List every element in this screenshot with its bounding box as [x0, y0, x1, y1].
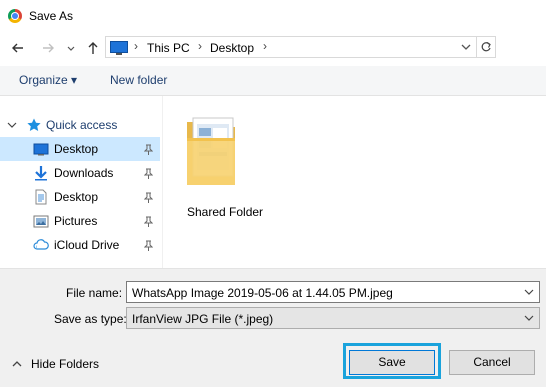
star-icon: [27, 118, 41, 131]
file-list: Shared Folder: [163, 96, 546, 268]
quick-access-label: Quick access: [46, 118, 118, 132]
arrow-up-icon[interactable]: [85, 40, 101, 56]
breadcrumb-desktop[interactable]: Desktop: [210, 41, 254, 55]
hide-folders-label: Hide Folders: [31, 357, 100, 371]
save-type-value: IrfanView JPG File (*.jpeg): [132, 312, 274, 326]
breadcrumb-separator: ›: [198, 39, 202, 53]
sidebar-item-desktop-docs[interactable]: Desktop: [0, 185, 160, 209]
sidebar-item-label: Pictures: [54, 214, 98, 228]
sidebar-item-pictures[interactable]: Pictures: [0, 209, 160, 233]
refresh-icon: [481, 42, 491, 52]
new-folder-button[interactable]: New folder: [110, 73, 167, 87]
list-item[interactable]: Shared Folder: [173, 110, 263, 219]
sidebar-item-label: Downloads: [54, 166, 114, 180]
breadcrumb-separator: ›: [134, 39, 138, 53]
save-type-select[interactable]: IrfanView JPG File (*.jpeg): [126, 307, 540, 329]
pin-icon[interactable]: [144, 192, 153, 203]
desktop-icon: [33, 143, 49, 156]
breadcrumb-this-pc[interactable]: This PC: [147, 41, 190, 55]
title-bar: Save As: [0, 0, 546, 32]
sidebar-item-icloud-drive[interactable]: iCloud Drive: [0, 233, 160, 257]
pin-icon[interactable]: [144, 168, 153, 179]
sidebar-item-desktop[interactable]: Desktop: [0, 137, 160, 161]
chevron-down-icon[interactable]: [524, 287, 534, 297]
refresh-button[interactable]: [477, 36, 496, 58]
breadcrumb-separator: ›: [263, 39, 267, 53]
arrow-left-icon[interactable]: [10, 40, 26, 56]
folder-label: Shared Folder: [187, 205, 264, 219]
pin-icon[interactable]: [144, 144, 153, 155]
save-type-label: Save as type:: [54, 312, 127, 326]
computer-icon: [110, 41, 128, 55]
sidebar-item-quick-access[interactable]: Quick access: [0, 113, 160, 137]
chevron-down-icon[interactable]: [66, 40, 76, 56]
sidebar-item-label: Desktop: [54, 142, 99, 156]
file-name-value: WhatsApp Image 2019-05-06 at 1.44.05 PM.…: [132, 286, 393, 300]
file-name-label: File name:: [66, 286, 123, 300]
chevron-down-icon[interactable]: [460, 41, 472, 53]
arrow-right-icon[interactable]: [40, 40, 56, 56]
pictures-icon: [33, 215, 49, 228]
expand-chevron-icon[interactable]: [7, 120, 17, 130]
organize-menu[interactable]: Organize ▾: [19, 73, 77, 87]
chrome-icon: [8, 9, 22, 23]
sidebar-item-downloads[interactable]: Downloads: [0, 161, 160, 185]
file-name-field[interactable]: WhatsApp Image 2019-05-06 at 1.44.05 PM.…: [126, 281, 540, 303]
dialog-footer: File name: WhatsApp Image 2019-05-06 at …: [0, 268, 546, 387]
icloud-icon: [33, 239, 49, 250]
chevron-down-icon: [524, 315, 534, 321]
sidebar-item-label: Desktop: [54, 190, 99, 204]
pin-icon[interactable]: [144, 216, 153, 227]
document-icon: [35, 189, 47, 205]
address-bar[interactable]: › This PC › Desktop ›: [105, 36, 477, 58]
pin-icon[interactable]: [144, 240, 153, 251]
window-title: Save As: [29, 9, 74, 23]
folder-icon: [187, 117, 235, 185]
navigation-pane: Quick access Desktop Downloads Desktop P…: [0, 108, 162, 268]
chevron-up-icon: [12, 361, 22, 367]
sidebar-item-label: iCloud Drive: [54, 238, 120, 252]
cancel-button[interactable]: Cancel: [449, 350, 535, 375]
download-icon: [35, 166, 47, 181]
command-toolbar: Organize ▾ New folder: [0, 66, 546, 96]
save-button-highlight: [343, 343, 441, 379]
